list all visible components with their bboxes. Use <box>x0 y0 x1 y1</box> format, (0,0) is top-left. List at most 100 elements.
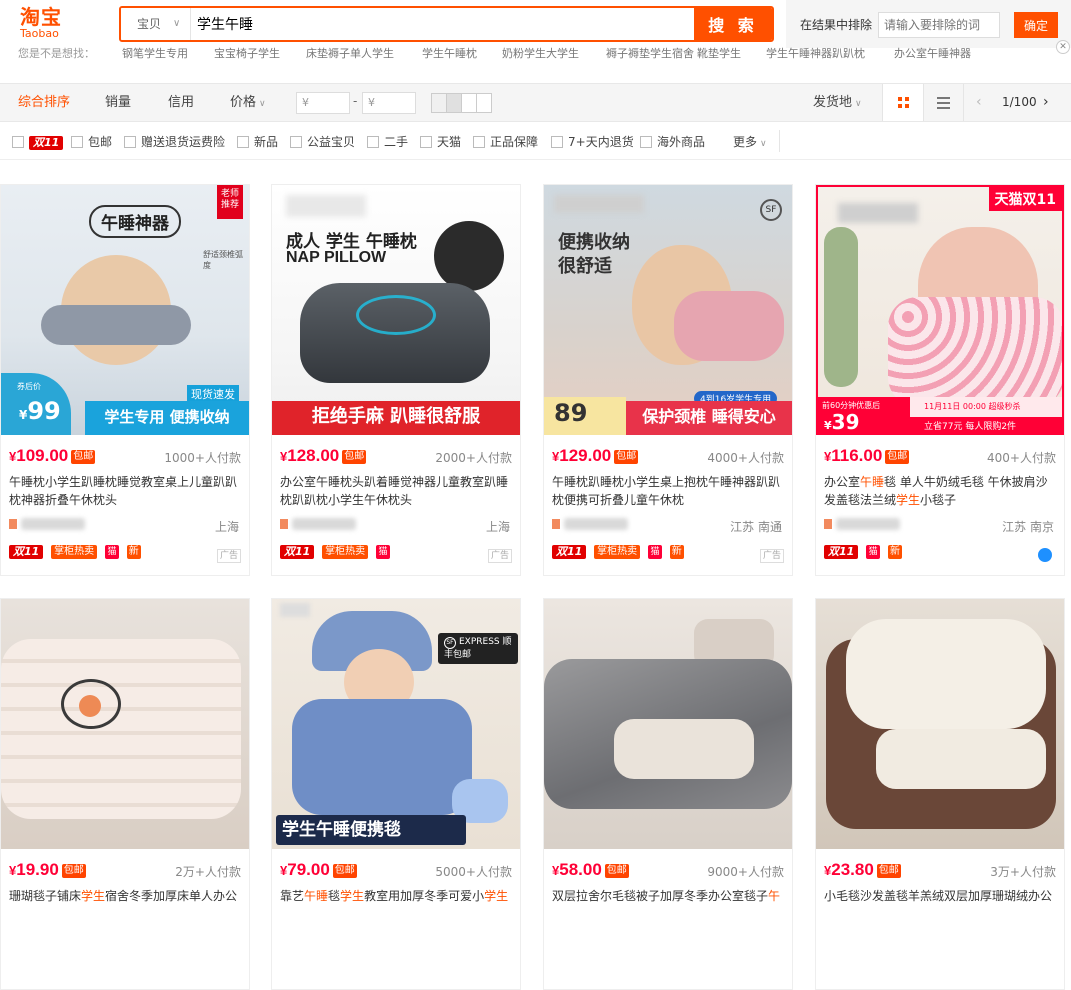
filter-secondhand[interactable]: 二手 <box>367 134 408 150</box>
buyer-count: 3万+人付款 <box>990 865 1056 879</box>
product-title[interactable]: 双层拉舍尔毛毯被子加厚冬季办公室毯子午 <box>552 887 786 905</box>
shop-name[interactable] <box>9 518 89 530</box>
double11-badge: 双11 <box>824 545 859 559</box>
filter-more[interactable]: 更多 ∨ <box>733 134 767 150</box>
search-scope-dropdown[interactable]: 宝贝 ∨ <box>121 8 191 40</box>
product-image[interactable]: 成人 学生 午睡枕 NAP PILLOW 拒绝手麻 趴睡很舒服 <box>272 185 520 435</box>
suggestion-item[interactable]: 奶粉学生大学生 <box>502 45 579 61</box>
taobao-logo[interactable]: 淘宝 Taobao <box>20 6 80 42</box>
sort-default[interactable]: 综合排序 <box>18 84 70 121</box>
shop-name[interactable] <box>280 518 360 530</box>
product-card[interactable]: SF 便携收纳 很舒适 4到16岁学生专用 89 保护颈椎 睡得安心 ¥129.… <box>543 184 793 576</box>
blanket-shape <box>292 699 472 815</box>
product-title[interactable]: 小毛毯沙发盖毯羊羔绒双层加厚珊瑚绒办公 <box>824 887 1058 905</box>
sort-credit[interactable]: 信用 <box>168 84 194 121</box>
product-title[interactable]: 办公室午睡毯 单人牛奶绒毛毯 午休披肩沙发盖毯法兰绒学生小毯子 <box>824 473 1058 509</box>
product-card[interactable]: ¥58.00 包邮 9000+人付款 双层拉舍尔毛毯被子加厚冬季办公室毯子午 <box>543 598 793 990</box>
chat-icon[interactable] <box>1038 548 1052 562</box>
exclude-confirm-button[interactable]: 确定 <box>1014 12 1058 38</box>
price-range-chart[interactable] <box>431 93 493 113</box>
sort-price-label: 价格 <box>230 95 257 110</box>
filter-free-shipping[interactable]: 包邮 <box>71 134 112 150</box>
product-image[interactable]: 午睡神器 舒适颈椎弧度 老师推荐 券后价 ¥99 现货速发 学生专用 便携收纳 <box>1 185 249 435</box>
product-card[interactable]: ¥23.80 包邮 3万+人付款 小毛毯沙发盖毯羊羔绒双层加厚珊瑚绒办公 <box>815 598 1065 990</box>
product-image[interactable]: SF EXPRESS 顺丰包邮 学生午睡便携毯 <box>272 599 520 849</box>
checkbox[interactable] <box>367 136 379 148</box>
image-pre-price: 券后价 <box>17 382 41 391</box>
hot-seller-badge: 掌柜热卖 <box>51 545 98 559</box>
suggestion-item[interactable]: 学生午睡神器趴趴枕 <box>766 45 865 61</box>
search-button[interactable]: 搜 索 <box>694 8 772 40</box>
product-price: ¥79.00 包邮 <box>280 860 357 879</box>
product-title[interactable]: 办公室午睡枕头趴着睡觉神器儿童教室趴睡枕趴趴枕小学生午休枕头 <box>280 473 514 509</box>
filter-charity[interactable]: 公益宝贝 <box>290 134 355 150</box>
suggestion-item[interactable]: 学生午睡枕 <box>422 45 477 61</box>
shop-name[interactable] <box>552 518 632 530</box>
filter-genuine[interactable]: 正品保障 <box>473 134 538 150</box>
blurred-brand <box>838 203 918 223</box>
price-min-input[interactable]: ¥ <box>296 92 350 114</box>
checkbox[interactable] <box>473 136 485 148</box>
grid-view-icon[interactable] <box>882 84 924 121</box>
product-image[interactable]: SF 便携收纳 很舒适 4到16岁学生专用 89 保护颈椎 睡得安心 <box>544 185 792 435</box>
product-card[interactable]: 成人 学生 午睡枕 NAP PILLOW 拒绝手麻 趴睡很舒服 ¥128.00 包… <box>271 184 521 576</box>
product-image[interactable]: 天猫双11 前60分钟优惠后 ¥39 11月11日 00:00 超级秒杀 立省7… <box>816 185 1064 435</box>
new-badge: 新 <box>669 545 684 559</box>
sort-sales[interactable]: 销量 <box>105 84 131 121</box>
checkbox[interactable] <box>290 136 302 148</box>
checkbox[interactable] <box>12 136 24 148</box>
page-prev-icon[interactable]: ‹ <box>976 84 982 121</box>
suggestion-item[interactable]: 办公室午睡神器 <box>894 45 971 61</box>
blurred-brand <box>286 195 366 217</box>
suggestion-item[interactable]: 宝宝椅子学生 <box>214 45 280 61</box>
filter-label: 7+天内退货 <box>568 135 634 149</box>
product-price: ¥129.00 包邮 <box>552 446 639 465</box>
product-title[interactable]: 午睡枕趴睡枕小学生桌上抱枕午睡神器趴趴枕便携可折叠儿童午休枕 <box>552 473 786 509</box>
filter-7day-return[interactable]: 7+天内退货 <box>551 134 634 150</box>
filter-double11[interactable]: 双11 <box>12 134 64 150</box>
image-price: 89 <box>554 399 588 427</box>
free-shipping-badge: 包邮 <box>71 450 96 464</box>
search-input[interactable] <box>193 8 693 40</box>
sf-express-icon: SF <box>760 199 782 221</box>
product-title[interactable]: 午睡枕小学生趴睡枕睡觉教室桌上儿童趴趴枕神器折叠午休枕头 <box>9 473 243 509</box>
suggestion-item[interactable]: 钢笔学生专用 <box>122 45 188 61</box>
image-note2: 立省77元 每人限购2件 <box>910 417 1062 433</box>
price-max-input[interactable]: ¥ <box>362 92 416 114</box>
image-band: 保护颈椎 睡得安心 <box>626 401 792 435</box>
filter-return-insurance[interactable]: 赠送退货运费险 <box>124 134 225 150</box>
suggestion-item[interactable]: 床垫褥子单人学生 <box>306 45 394 61</box>
product-image[interactable] <box>1 599 249 849</box>
product-card[interactable]: ¥19.90 包邮 2万+人付款 珊瑚毯子铺床学生宿舍冬季加厚床单人办公 <box>0 598 250 990</box>
product-card[interactable]: 午睡神器 舒适颈椎弧度 老师推荐 券后价 ¥99 现货速发 学生专用 便携收纳 … <box>0 184 250 576</box>
checkbox[interactable] <box>551 136 563 148</box>
filter-tmall[interactable]: 天猫 <box>420 134 461 150</box>
checkbox[interactable] <box>71 136 83 148</box>
image-badge: 老师推荐 <box>217 185 243 219</box>
checkbox[interactable] <box>420 136 432 148</box>
suggestion-item[interactable]: 褥子褥垫学生宿舍 <box>606 45 694 61</box>
exclude-input[interactable] <box>878 12 1000 38</box>
product-image[interactable] <box>816 599 1064 849</box>
shop-name[interactable] <box>824 518 904 530</box>
double11-badge: 双11 <box>29 136 64 150</box>
filter-new[interactable]: 新品 <box>237 134 278 150</box>
checkbox[interactable] <box>124 136 136 148</box>
filter-label: 二手 <box>384 135 409 149</box>
product-card[interactable]: 天猫双11 前60分钟优惠后 ¥39 11月11日 00:00 超级秒杀 立省7… <box>815 184 1065 576</box>
checkbox[interactable] <box>640 136 652 148</box>
suggestion-item[interactable]: 靴垫学生 <box>697 45 741 61</box>
product-title[interactable]: 珊瑚毯子铺床学生宿舍冬季加厚床单人办公 <box>9 887 243 905</box>
checkbox[interactable] <box>237 136 249 148</box>
search-box: 宝贝 ∨ 搜 索 <box>119 6 774 42</box>
product-title[interactable]: 靠艺午睡毯学生教室用加厚冬季可爱小学生 <box>280 887 514 905</box>
product-card[interactable]: SF EXPRESS 顺丰包邮 学生午睡便携毯 ¥79.00 包邮 5000+人付款… <box>271 598 521 990</box>
ship-from-dropdown[interactable]: 发货地 ∨ <box>813 84 862 121</box>
list-view-icon[interactable] <box>924 84 964 121</box>
sort-price[interactable]: 价格 ∨ <box>230 84 266 121</box>
product-image[interactable] <box>544 599 792 849</box>
filter-overseas[interactable]: 海外商品 <box>640 134 705 150</box>
page-next-icon[interactable]: › <box>1043 84 1049 121</box>
filter-label: 赠送退货运费险 <box>141 135 226 149</box>
product-price: ¥23.80 包邮 <box>824 860 901 879</box>
